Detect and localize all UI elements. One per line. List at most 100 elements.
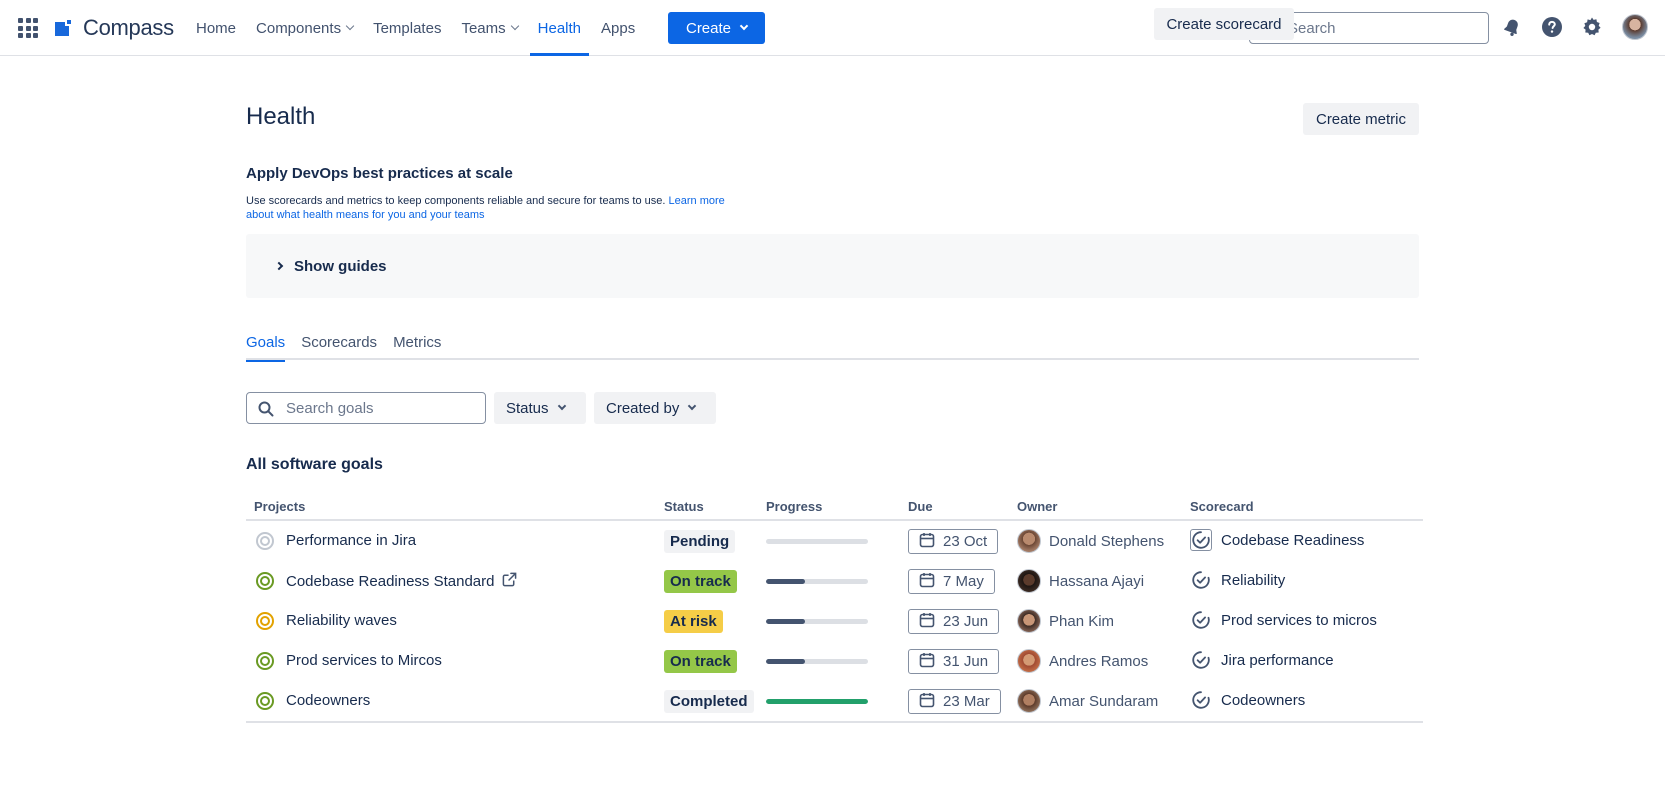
search-goals-input[interactable]: Search goals	[246, 392, 486, 424]
owner-cell[interactable]: Amar Sundaram	[1017, 689, 1158, 713]
chevron-down-icon	[688, 401, 697, 411]
goals-table: Projects Status Progress Due Owner Score…	[246, 495, 1423, 723]
owner-cell[interactable]: Donald Stephens	[1017, 529, 1164, 553]
show-guides-toggle[interactable]: Show guides	[246, 234, 1419, 298]
owner-name: Phan Kim	[1049, 612, 1115, 630]
avatar	[1017, 569, 1041, 593]
nav-item-label: Home	[196, 19, 237, 37]
compass-logo-icon	[55, 18, 75, 38]
project-name[interactable]: Codebase Readiness Standard	[286, 573, 494, 590]
primary-nav: Home Components Templates Teams Health Apps	[186, 0, 645, 56]
chevron-down-icon	[510, 21, 519, 31]
owner-cell[interactable]: Hassana Ajayi	[1017, 569, 1144, 593]
avatar	[1017, 529, 1041, 553]
create-scorecard-button[interactable]: Create scorecard	[1154, 8, 1294, 40]
search-goals-placeholder: Search goals	[286, 399, 374, 417]
owner-cell[interactable]: Phan Kim	[1017, 609, 1114, 633]
logo-text: Compass	[83, 15, 174, 40]
table-row[interactable]: Reliability waves At risk 23 Jun Phan Kim Pr…	[246, 601, 1423, 641]
tab-scorecards[interactable]: Scorecards	[301, 334, 377, 360]
project-name[interactable]: Codeowners	[286, 692, 370, 709]
calendar-icon	[919, 612, 935, 632]
nav-item-teams[interactable]: Teams	[451, 0, 527, 56]
progress-fill	[766, 619, 805, 624]
description-text: Use scorecards and metrics to keep compo…	[246, 195, 666, 207]
due-date-label: 23 Oct	[943, 533, 988, 550]
nav-item-health[interactable]: Health	[528, 0, 591, 56]
table-row[interactable]: Prod services to Mircos On track 31 Jun And…	[246, 641, 1423, 681]
column-header-owner[interactable]: Owner	[1017, 499, 1057, 514]
project-cell[interactable]: Reliability waves	[286, 612, 397, 629]
profile-avatar[interactable]	[1622, 14, 1648, 40]
nav-item-home[interactable]: Home	[186, 0, 246, 56]
health-description: Use scorecards and metrics to keep compo…	[246, 194, 736, 222]
project-name[interactable]: Performance in Jira	[286, 532, 416, 549]
nav-item-label: Teams	[461, 19, 506, 37]
create-metric-button[interactable]: Create metric	[1303, 103, 1419, 135]
app-switcher-icon[interactable]	[18, 18, 38, 38]
owner-name: Hassana Ajayi	[1049, 572, 1145, 590]
scorecard-name[interactable]: Jira performance	[1221, 652, 1334, 669]
notifications-icon[interactable]	[1500, 15, 1524, 39]
compass-logo[interactable]: Compass	[55, 15, 174, 41]
due-date-button[interactable]: 23 Mar	[908, 689, 1001, 714]
top-actions	[1500, 14, 1648, 40]
table-row[interactable]: Codebase Readiness Standard On track 7 May…	[246, 561, 1423, 601]
owner-name: Donald Stephens	[1049, 532, 1165, 550]
due-date-button[interactable]: 31 Jun	[908, 649, 1000, 674]
column-header-due[interactable]: Due	[908, 499, 933, 514]
chevron-right-icon	[274, 261, 284, 271]
help-icon[interactable]	[1540, 15, 1564, 39]
table-row[interactable]: Codeowners Completed 23 Mar Amar Sundaram Co…	[246, 681, 1423, 721]
due-date-button[interactable]: 23 Oct	[908, 529, 999, 554]
due-date-button[interactable]: 23 Jun	[908, 609, 1000, 634]
project-cell[interactable]: Codeowners	[286, 692, 370, 709]
scorecard-name[interactable]: Codebase Readiness	[1221, 532, 1364, 549]
project-cell[interactable]: Codebase Readiness Standard	[286, 572, 517, 591]
column-header-status[interactable]: Status	[664, 499, 704, 514]
table-row[interactable]: Performance in Jira Pending 23 Oct Donald S…	[246, 521, 1423, 561]
scorecard-name[interactable]: Codeowners	[1221, 692, 1305, 709]
nav-item-templates[interactable]: Templates	[363, 0, 451, 56]
scorecard-name[interactable]: Prod services to micros	[1221, 612, 1377, 629]
status-filter-dropdown[interactable]: Status	[494, 392, 586, 424]
goal-status-icon	[256, 652, 274, 670]
scorecard-name[interactable]: Reliability	[1221, 572, 1285, 589]
tab-goals[interactable]: Goals	[246, 334, 286, 362]
chevron-down-icon	[557, 401, 566, 411]
due-date-button[interactable]: 7 May	[908, 569, 995, 594]
create-button-label: Create	[685, 19, 732, 37]
due-date-label: 23 Mar	[943, 693, 990, 710]
tab-metrics[interactable]: Metrics	[393, 334, 441, 360]
settings-icon[interactable]	[1580, 15, 1604, 39]
nav-item-label: Apps	[601, 19, 636, 37]
calendar-icon	[919, 532, 935, 552]
owner-cell[interactable]: Andres Ramos	[1017, 649, 1148, 673]
project-name[interactable]: Prod services to Mircos	[286, 652, 442, 669]
project-cell[interactable]: Performance in Jira	[286, 532, 416, 549]
progress-fill	[766, 659, 805, 664]
column-header-progress[interactable]: Progress	[766, 499, 822, 514]
scorecard-cell[interactable]: Jira performance	[1190, 649, 1334, 671]
goals-table-title: All software goals	[246, 456, 383, 473]
scorecard-cell[interactable]: Reliability	[1190, 569, 1285, 591]
project-cell[interactable]: Prod services to Mircos	[286, 652, 442, 669]
created-by-filter-dropdown[interactable]: Created by	[594, 392, 716, 424]
create-button[interactable]: Create	[668, 12, 765, 44]
status-lozenge: On track	[664, 650, 737, 673]
scorecard-cell[interactable]: Codeowners	[1190, 689, 1305, 711]
table-body: Performance in Jira Pending 23 Oct Donald S…	[246, 521, 1423, 721]
external-link-icon[interactable]	[502, 572, 517, 591]
progress-bar	[766, 659, 868, 664]
scorecard-check-icon	[1190, 609, 1212, 631]
column-header-projects[interactable]: Projects	[254, 499, 305, 514]
nav-item-apps[interactable]: Apps	[591, 0, 645, 56]
scorecard-cell[interactable]: Codebase Readiness	[1190, 529, 1364, 551]
avatar	[1017, 609, 1041, 633]
scorecard-cell[interactable]: Prod services to micros	[1190, 609, 1377, 631]
column-header-scorecard[interactable]: Scorecard	[1190, 499, 1254, 514]
progress-bar	[766, 619, 868, 624]
nav-item-components[interactable]: Components	[246, 0, 363, 56]
project-name[interactable]: Reliability waves	[286, 612, 397, 629]
goal-status-icon	[256, 572, 274, 590]
